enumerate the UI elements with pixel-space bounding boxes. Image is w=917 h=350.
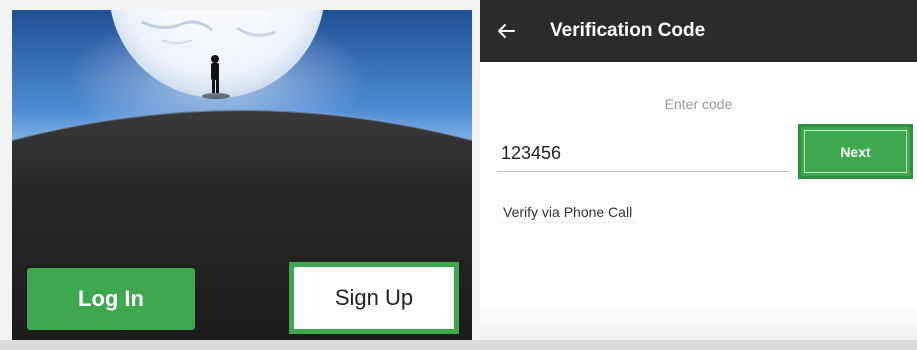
verify-phone-call-link[interactable]: Verify via Phone Call bbox=[499, 202, 637, 223]
person-silhouette bbox=[211, 55, 219, 93]
next-button[interactable]: Next bbox=[798, 124, 913, 179]
arrow-left-icon[interactable] bbox=[486, 0, 526, 62]
app-bar: Verification Code bbox=[480, 0, 917, 62]
next-button-label: Next bbox=[804, 130, 907, 173]
bottom-edge bbox=[0, 340, 917, 350]
enter-code-label: Enter code bbox=[664, 96, 733, 112]
screenshot-root: Log In Sign Up Verification Code Enter c… bbox=[0, 0, 917, 350]
verification-screen: Verification Code Enter code Next Verify… bbox=[480, 0, 917, 350]
login-button[interactable]: Log In bbox=[27, 268, 195, 330]
code-field bbox=[497, 136, 790, 172]
signup-button[interactable]: Sign Up bbox=[289, 262, 459, 334]
code-input[interactable] bbox=[497, 136, 790, 170]
landing-screen: Log In Sign Up bbox=[12, 10, 472, 340]
page-title: Verification Code bbox=[550, 20, 706, 41]
